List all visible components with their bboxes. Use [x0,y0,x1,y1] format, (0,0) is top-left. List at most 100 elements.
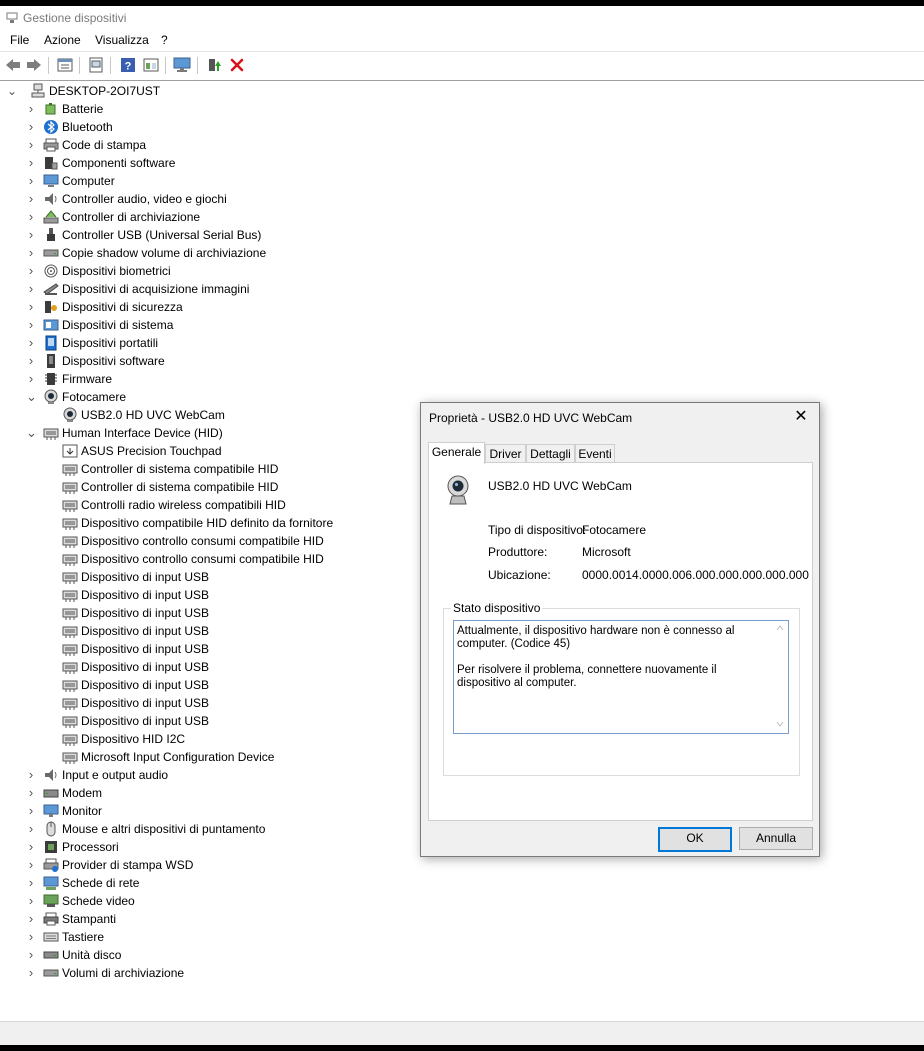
expand-chevron-icon[interactable]: › [26,928,36,946]
tree-item[interactable]: Copie shadow volume di archiviazione [43,244,266,262]
tab-generale[interactable]: Generale [428,442,485,464]
expand-chevron-icon[interactable]: › [26,856,36,874]
expand-chevron-icon[interactable]: › [26,352,36,370]
tree-item[interactable]: Dispositivi portatili [43,334,158,352]
tree-item[interactable]: Dispositivi software [43,352,165,370]
expand-chevron-icon[interactable]: › [26,820,36,838]
tree-item[interactable]: Controller di sistema compatibile HID [62,460,278,478]
expand-chevron-icon[interactable]: › [26,298,36,316]
tree-item[interactable]: Dispositivo di input USB [62,604,209,622]
tree-item[interactable]: Stampanti [43,910,116,928]
expand-chevron-icon[interactable]: › [26,208,36,226]
tree-item[interactable]: Bluetooth [43,118,113,136]
tree-item[interactable]: Dispositivo controllo consumi compatibil… [62,532,324,550]
tree-item[interactable]: Controller audio, video e giochi [43,190,227,208]
tree-item[interactable]: Dispositivo di input USB [62,586,209,604]
expand-chevron-icon[interactable]: › [26,316,36,334]
tree-item[interactable]: Controlli radio wireless compatibili HID [62,496,286,514]
uninstall-x-icon[interactable] [228,56,246,74]
status-scrollbar[interactable] [774,623,786,729]
expand-chevron-icon[interactable]: › [26,244,36,262]
tree-item[interactable]: Modem [43,784,102,802]
expand-chevron-icon[interactable]: › [26,190,36,208]
ok-button[interactable]: OK [658,827,732,852]
collapse-chevron-icon[interactable]: ⌄ [26,424,37,442]
expand-chevron-icon[interactable]: › [26,118,36,136]
add-driver-icon[interactable] [205,56,223,74]
menu-help[interactable]: ? [161,33,168,47]
tree-item[interactable]: Componenti software [43,154,175,172]
expand-chevron-icon[interactable]: › [26,334,36,352]
tree-item[interactable]: Dispositivo di input USB [62,712,209,730]
tree-item[interactable]: Dispositivi biometrici [43,262,171,280]
expand-chevron-icon[interactable]: › [26,766,36,784]
tree-item[interactable]: Controller USB (Universal Serial Bus) [43,226,261,244]
tree-item[interactable]: Schede video [43,892,135,910]
expand-chevron-icon[interactable]: › [26,838,36,856]
expand-chevron-icon[interactable]: › [26,226,36,244]
tree-item[interactable]: Monitor [43,802,102,820]
expand-chevron-icon[interactable]: › [26,802,36,820]
menu-visualizza[interactable]: Visualizza [95,33,149,47]
status-textbox[interactable]: Attualmente, il dispositivo hardware non… [453,620,789,734]
tree-item[interactable]: Dispositivo di input USB [62,640,209,658]
tree-item[interactable]: Batterie [43,100,103,118]
expand-chevron-icon[interactable]: › [26,784,36,802]
tree-item[interactable]: Input e output audio [43,766,168,784]
tree-item[interactable]: Dispositivo di input USB [62,694,209,712]
expand-chevron-icon[interactable]: › [26,100,36,118]
monitor-scan-icon[interactable] [173,56,191,74]
tree-item[interactable]: Controller di archiviazione [43,208,200,226]
tree-item[interactable]: Code di stampa [43,136,146,154]
tree-item[interactable]: Human Interface Device (HID) [43,424,223,442]
tree-item[interactable]: Dispositivi di sicurezza [43,298,183,316]
tree-item[interactable]: Dispositivi di sistema [43,316,173,334]
close-icon[interactable]: ✕ [791,407,811,427]
expand-chevron-icon[interactable]: › [26,172,36,190]
cancel-button[interactable]: Annulla [739,827,813,850]
tab-driver[interactable]: Driver [485,444,526,463]
window-icon[interactable] [142,56,160,74]
tree-item[interactable]: Volumi di archiviazione [43,964,184,982]
tree-item[interactable]: Dispositivo di input USB [62,622,209,640]
expand-chevron-icon[interactable]: › [26,370,36,388]
menu-azione[interactable]: Azione [44,33,81,47]
forward-arrow-icon[interactable] [25,56,43,74]
menu-file[interactable]: File [10,33,29,47]
expand-chevron-icon[interactable]: › [26,910,36,928]
tree-item[interactable]: Controller di sistema compatibile HID [62,478,278,496]
tab-dettagli[interactable]: Dettagli [526,444,575,463]
tree-item[interactable]: Mouse e altri dispositivi di puntamento [43,820,265,838]
tree-item[interactable]: Dispositivo HID I2C [62,730,185,748]
expand-chevron-icon[interactable]: › [26,262,36,280]
expand-chevron-icon[interactable]: › [26,874,36,892]
back-arrow-icon[interactable] [4,56,22,74]
tree-item[interactable]: Schede di rete [43,874,139,892]
expand-chevron-icon[interactable]: › [26,964,36,982]
properties-view-icon[interactable] [56,56,74,74]
tree-item[interactable]: Microsoft Input Configuration Device [62,748,274,766]
tree-item[interactable]: Dispositivo compatibile HID definito da … [62,514,333,532]
tree-item[interactable]: Dispositivo di input USB [62,658,209,676]
tree-item[interactable]: Computer [43,172,115,190]
tree-item[interactable]: Dispositivi di acquisizione immagini [43,280,249,298]
tree-item[interactable]: Firmware [43,370,112,388]
expand-chevron-icon[interactable]: › [26,136,36,154]
expand-chevron-icon[interactable]: › [26,154,36,172]
tree-item[interactable]: Dispositivo controllo consumi compatibil… [62,550,324,568]
expand-chevron-icon[interactable]: › [26,892,36,910]
expand-chevron-icon[interactable]: › [26,280,36,298]
scroll-down-icon[interactable] [776,721,784,727]
tab-eventi[interactable]: Eventi [575,444,615,463]
collapse-chevron-icon[interactable]: ⌄ [26,388,37,406]
tree-item[interactable]: Unità disco [43,946,121,964]
scroll-up-icon[interactable] [776,625,784,631]
tree-root[interactable]: ⌄ DESKTOP-2OI7UST [6,82,160,100]
tree-item[interactable]: Tastiere [43,928,104,946]
tree-item[interactable]: Processori [43,838,119,856]
tree-item[interactable]: USB2.0 HD UVC WebCam [62,406,225,424]
tree-item[interactable]: Fotocamere [43,388,126,406]
tree-item[interactable]: ASUS Precision Touchpad [62,442,222,460]
expand-chevron-icon[interactable]: › [26,946,36,964]
help-icon[interactable]: ? [119,56,137,74]
